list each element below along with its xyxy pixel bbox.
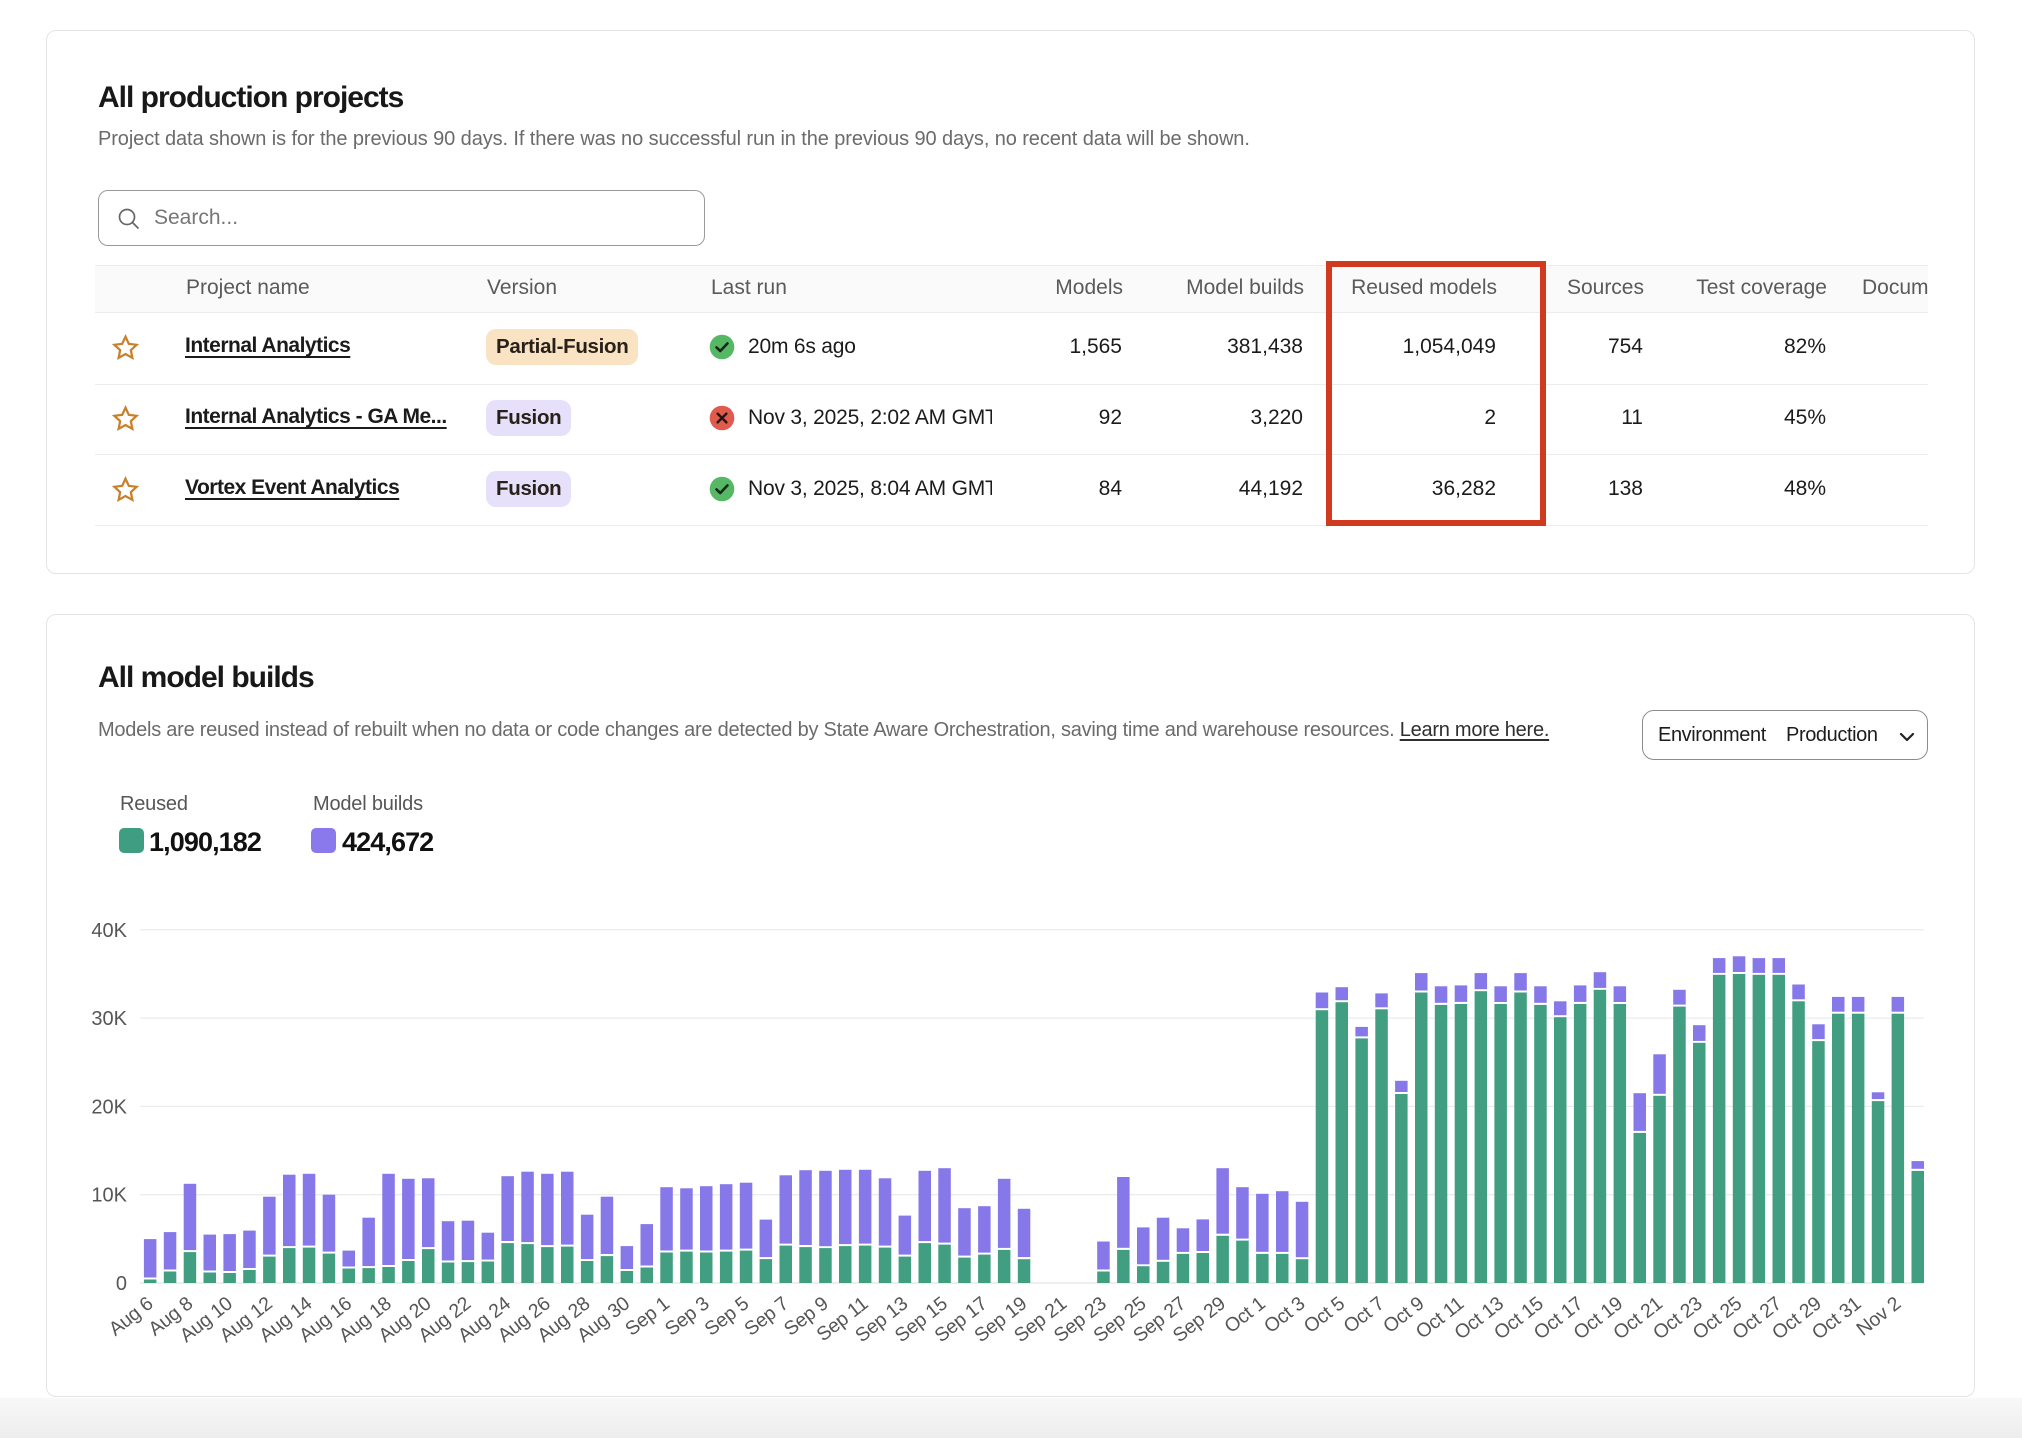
svg-text:10K: 10K bbox=[91, 1185, 127, 1207]
svg-text:Sep 3: Sep 3 bbox=[661, 1293, 714, 1341]
svg-text:Oct 7: Oct 7 bbox=[1339, 1293, 1388, 1338]
svg-text:Sep 7: Sep 7 bbox=[740, 1293, 793, 1341]
svg-text:30K: 30K bbox=[91, 1008, 127, 1030]
svg-text:0: 0 bbox=[116, 1273, 127, 1295]
svg-text:Sep 1: Sep 1 bbox=[621, 1293, 674, 1341]
svg-text:Nov 2: Nov 2 bbox=[1852, 1293, 1905, 1341]
svg-text:40K: 40K bbox=[91, 920, 127, 942]
svg-text:Sep 5: Sep 5 bbox=[701, 1292, 754, 1340]
svg-text:Aug 6: Aug 6 bbox=[105, 1293, 158, 1341]
svg-text:Oct 1: Oct 1 bbox=[1220, 1293, 1269, 1338]
svg-text:Oct 3: Oct 3 bbox=[1260, 1293, 1309, 1338]
svg-text:Oct 5: Oct 5 bbox=[1300, 1292, 1349, 1337]
svg-text:20K: 20K bbox=[91, 1096, 127, 1118]
